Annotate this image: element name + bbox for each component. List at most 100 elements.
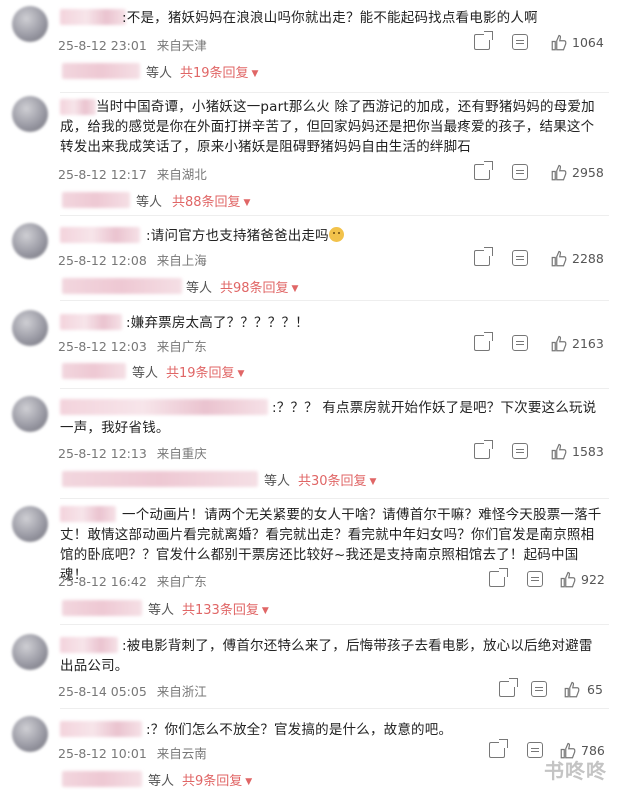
view-replies-link[interactable]: 共133条回复 ▼ [182,599,269,618]
avatar[interactable] [12,96,48,132]
view-replies-link[interactable]: 共30条回复 ▼ [298,470,376,489]
comment-text: :请问官方也支持猪爸爸出走吗 [146,226,605,246]
comment-meta: 25-8-12 16:42 来自广东 [58,571,213,590]
comment-actions: 2288 [474,247,609,268]
comment-icon[interactable] [527,571,543,587]
avatar[interactable] [12,716,48,752]
comment-actions: 2163 [474,332,609,353]
view-replies-link[interactable]: 共98条回复 ▼ [220,277,298,296]
comment-meta: 25-8-12 12:17 来自湖北 [58,164,213,183]
comment-location: 来自湖北 [156,167,207,182]
comment-icon[interactable] [512,34,528,50]
reply-user-names [62,63,140,79]
chevron-down-icon: ▼ [369,477,377,487]
like-icon[interactable] [550,335,567,352]
reply-user-names [62,600,142,616]
share-icon[interactable] [474,31,493,50]
comment-meta: 25-8-12 12:03 来自广东 [58,336,213,355]
comment-meta: 25-8-12 10:01 来自云南 [58,743,213,762]
like-count: 1064 [572,35,604,50]
view-replies-link[interactable]: 共88条回复 ▼ [172,191,250,210]
username[interactable] [60,9,126,25]
comment-icon[interactable] [512,443,528,459]
comment-date: 25-8-14 05:05 [58,684,147,699]
reply-user-names [62,471,258,487]
share-icon[interactable] [499,678,518,697]
like-count: 65 [587,682,603,697]
like-icon[interactable] [550,34,567,51]
comment-date: 25-8-12 10:01 [58,746,147,761]
avatar[interactable] [12,506,48,542]
comment-actions: 922 [489,568,609,589]
like-count: 1583 [572,444,604,459]
like-count: 922 [581,572,605,587]
comment-date: 25-8-12 12:13 [58,446,147,461]
comment-actions: 1583 [474,440,609,461]
view-replies-link[interactable]: 共19条回复 ▼ [180,62,258,81]
comment-text: :？？？ 有点票房就开始作妖了是吧？下次要这么玩说一声，我好省钱。 [60,400,597,436]
comment-actions: 1064 [474,31,609,52]
reply-others-label: 等人 [146,66,173,81]
comment-icon[interactable] [512,335,528,351]
divider [60,708,609,709]
divider [60,624,609,625]
comment-actions: 2958 [474,161,609,182]
comment-icon[interactable] [531,681,547,697]
comment-meta: 25-8-12 12:08 来自上海 [58,250,213,269]
chevron-down-icon: ▼ [237,369,245,379]
comment-meta: 25-8-12 23:01 来自天津 [58,35,213,54]
comment-icon[interactable] [512,164,528,180]
username[interactable] [60,227,140,243]
reply-user-names [62,192,130,208]
avatar[interactable] [12,6,48,42]
comment-icon[interactable] [512,250,528,266]
share-icon[interactable] [474,247,493,266]
like-icon[interactable] [559,571,576,588]
reply-others-label: 等人 [264,474,291,489]
comment-location: 来自天津 [156,38,207,53]
share-icon[interactable] [474,332,493,351]
like-count: 2958 [572,165,604,180]
reply-others-label: 等人 [136,195,163,210]
view-replies-link[interactable]: 共9条回复 ▼ [182,770,252,789]
username[interactable] [60,721,142,737]
comment-meta: 25-8-14 05:05 来自浙江 [58,681,213,700]
comment-text: :？你们怎么不放全？官发搞的是什么，故意的吧。 [146,722,453,738]
like-icon[interactable] [550,164,567,181]
divider [60,388,609,389]
share-icon[interactable] [474,440,493,459]
divider [60,498,609,499]
reply-others-label: 等人 [186,281,213,296]
like-count: 2163 [572,336,604,351]
share-icon[interactable] [474,161,493,180]
comment-date: 25-8-12 23:01 [58,38,147,53]
comment-text: 当时中国奇谭，小猪妖这一part那么火 除了西游记的加成，还有野猪妈妈的母爱加成… [60,99,595,155]
comment-meta: 25-8-12 12:13 来自重庆 [58,443,213,462]
comment-icon[interactable] [527,742,543,758]
like-icon[interactable] [550,250,567,267]
reply-others-label: 等人 [148,603,175,618]
chevron-down-icon: ▼ [251,69,259,79]
share-icon[interactable] [489,568,508,587]
avatar[interactable] [12,310,48,346]
like-icon[interactable] [563,681,580,698]
chevron-down-icon: ▼ [243,198,251,208]
comment-actions: 65 [499,678,609,699]
emoji-icon [328,227,344,242]
share-icon[interactable] [489,739,508,758]
comment-text: :不是，猪妖妈妈在浪浪山吗你就出走？能不能起码找点看电影的人啊 [122,10,538,26]
avatar[interactable] [12,634,48,670]
like-icon[interactable] [550,443,567,460]
comment-location: 来自上海 [156,253,207,268]
avatar[interactable] [12,223,48,259]
comment-text: :嫌弃票房太高了？？？？？！ [126,315,309,331]
comment-location: 来自重庆 [156,446,207,461]
username[interactable] [60,314,122,330]
comment-location: 来自广东 [156,339,207,354]
comment-date: 25-8-12 12:03 [58,339,147,354]
view-replies-link[interactable]: 共19条回复 ▼ [166,362,244,381]
avatar[interactable] [12,396,48,432]
reply-others-label: 等人 [148,774,175,789]
divider [60,300,609,301]
comment-location: 来自广东 [156,574,207,589]
